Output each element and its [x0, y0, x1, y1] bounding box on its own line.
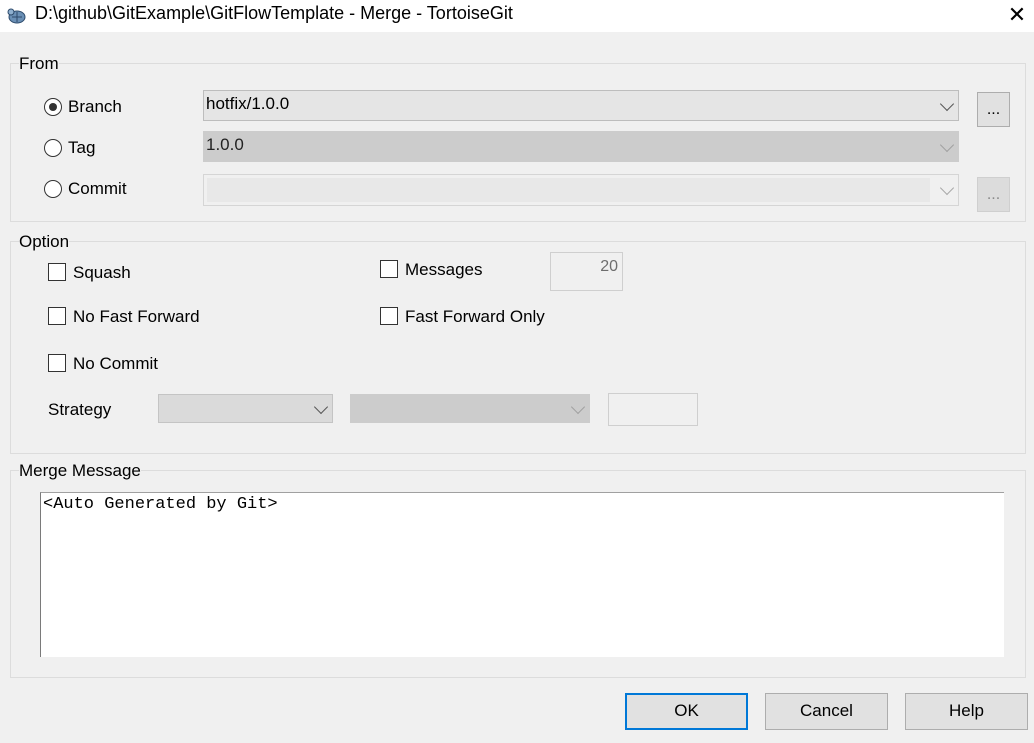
title-bar: D:\github\GitExample\GitFlowTemplate - M… — [0, 0, 1034, 32]
tag-radio[interactable] — [44, 139, 62, 157]
ok-button[interactable]: OK — [625, 693, 748, 730]
tag-combo-value: 1.0.0 — [206, 135, 244, 154]
messages-checkbox[interactable] — [380, 260, 398, 278]
branch-combo[interactable]: hotfix/1.0.0 — [203, 90, 959, 121]
strategy-param-input[interactable] — [608, 393, 698, 426]
strategy-option-combo[interactable] — [350, 394, 590, 423]
no-fast-forward-checkbox[interactable] — [48, 307, 66, 325]
chevron-down-icon — [570, 399, 586, 414]
tag-label[interactable]: Tag — [68, 138, 95, 158]
branch-browse-button[interactable]: ... — [977, 92, 1010, 127]
chevron-down-icon — [939, 180, 955, 196]
merge-message-textarea[interactable]: <Auto Generated by Git> — [40, 492, 1004, 657]
tortoisegit-app-icon — [7, 8, 26, 24]
no-commit-label[interactable]: No Commit — [73, 354, 158, 374]
window-title: D:\github\GitExample\GitFlowTemplate - M… — [35, 3, 513, 23]
strategy-combo[interactable] — [158, 394, 333, 423]
commit-browse-button[interactable]: ... — [977, 177, 1010, 212]
branch-label[interactable]: Branch — [68, 97, 122, 117]
branch-radio[interactable] — [44, 98, 62, 116]
no-fast-forward-label[interactable]: No Fast Forward — [73, 307, 200, 327]
commit-combo[interactable] — [203, 174, 959, 206]
tag-combo[interactable]: 1.0.0 — [203, 131, 959, 162]
messages-count-input[interactable]: 20 — [550, 252, 623, 291]
cancel-button[interactable]: Cancel — [765, 693, 888, 730]
chevron-down-icon — [939, 96, 955, 111]
from-group-label: From — [19, 54, 59, 74]
help-button[interactable]: Help — [905, 693, 1028, 730]
fast-forward-only-label[interactable]: Fast Forward Only — [405, 307, 545, 327]
close-icon: ✕ — [1007, 2, 1027, 27]
no-commit-checkbox[interactable] — [48, 354, 66, 372]
option-group-label: Option — [19, 232, 70, 252]
commit-radio[interactable] — [44, 180, 62, 198]
strategy-label: Strategy — [48, 400, 112, 419]
messages-label[interactable]: Messages — [405, 260, 482, 280]
branch-combo-value: hotfix/1.0.0 — [206, 94, 290, 113]
commit-label[interactable]: Commit — [68, 179, 127, 199]
close-button[interactable]: ✕ — [1000, 0, 1034, 32]
squash-checkbox[interactable] — [48, 263, 66, 281]
commit-combo-field — [207, 178, 930, 202]
squash-label[interactable]: Squash — [73, 263, 131, 283]
fast-forward-only-checkbox[interactable] — [380, 307, 398, 325]
chevron-down-icon — [939, 137, 955, 152]
merge-message-group-label: Merge Message — [19, 461, 141, 481]
chevron-down-icon — [313, 399, 329, 414]
